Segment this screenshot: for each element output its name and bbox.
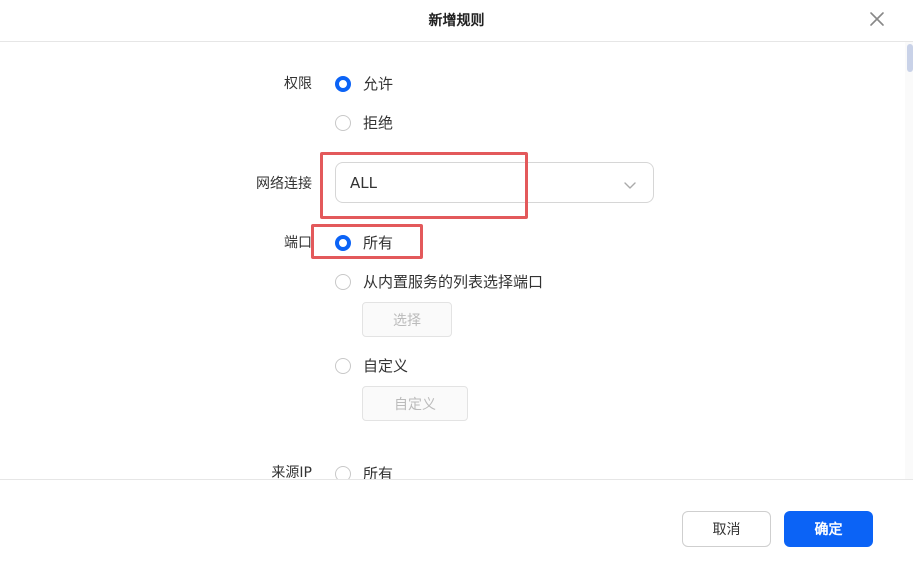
scrollbar[interactable] bbox=[905, 42, 913, 479]
radio-unchecked-icon bbox=[335, 357, 351, 374]
port-custom-radio[interactable]: 自定义 bbox=[335, 355, 408, 376]
close-icon[interactable] bbox=[868, 10, 886, 28]
port-builtin-radio[interactable]: 从内置服务的列表选择端口 bbox=[335, 271, 543, 292]
custom-port-button[interactable]: 自定义 bbox=[362, 386, 468, 421]
cancel-button[interactable]: 取消 bbox=[682, 511, 771, 547]
port-all-radio[interactable]: 所有 bbox=[335, 232, 393, 253]
permission-deny-radio[interactable]: 拒绝 bbox=[335, 112, 393, 133]
add-rule-dialog: 新增规则 权限 允许 拒绝 网络连接 ALL 端口 所有 从内置服务的列表选择端… bbox=[0, 0, 913, 575]
select-port-button[interactable]: 选择 bbox=[362, 302, 452, 337]
network-select[interactable]: ALL bbox=[335, 162, 654, 203]
scrollbar-thumb[interactable] bbox=[907, 44, 913, 72]
chevron-down-icon bbox=[623, 177, 637, 191]
network-label: 网络连接 bbox=[256, 176, 312, 192]
port-label: 端口 bbox=[284, 235, 312, 251]
port-all-label: 所有 bbox=[363, 234, 394, 252]
permission-allow-radio[interactable]: 允许 bbox=[335, 73, 393, 94]
confirm-button[interactable]: 确定 bbox=[784, 511, 873, 547]
permission-label: 权限 bbox=[284, 76, 312, 92]
radio-unchecked-icon bbox=[335, 114, 351, 131]
dialog-title: 新增规则 bbox=[428, 13, 485, 29]
permission-allow-label: 允许 bbox=[363, 75, 394, 93]
network-select-value: ALL bbox=[350, 174, 377, 192]
radio-unchecked-icon bbox=[335, 273, 351, 290]
radio-checked-icon bbox=[335, 75, 351, 92]
dialog-footer bbox=[0, 479, 913, 575]
dialog-header: 新增规则 bbox=[0, 0, 913, 42]
radio-checked-icon bbox=[335, 234, 351, 251]
permission-deny-label: 拒绝 bbox=[363, 114, 394, 132]
port-builtin-label: 从内置服务的列表选择端口 bbox=[363, 273, 544, 291]
port-custom-label: 自定义 bbox=[363, 357, 409, 375]
